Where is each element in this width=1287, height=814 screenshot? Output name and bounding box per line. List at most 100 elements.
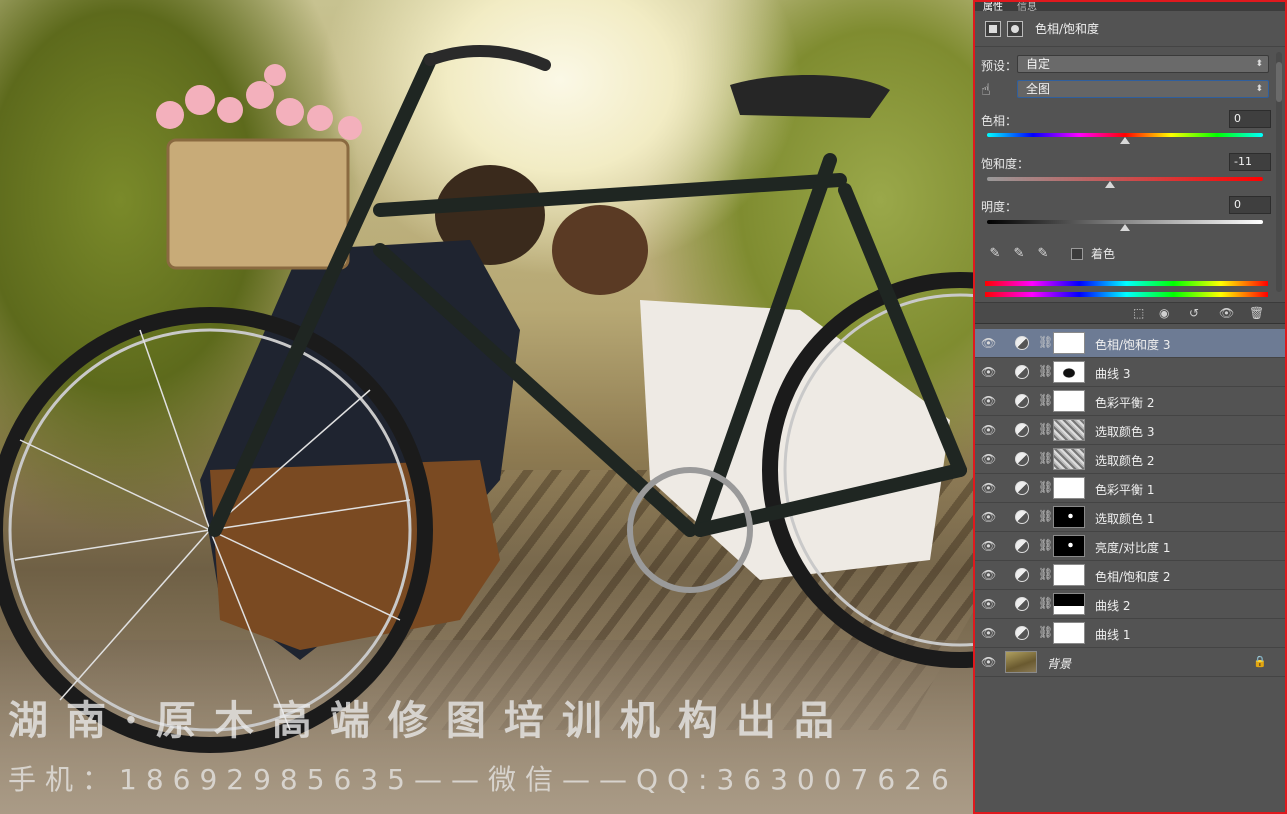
layer-name: 选取颜色 3 — [1095, 425, 1155, 439]
lightness-label: 明度： — [981, 200, 1018, 214]
visibility-eye-icon[interactable]: 👁 — [981, 655, 996, 669]
layer-row[interactable]: 👁 ⛓ 曲线 2 — [975, 590, 1285, 619]
layer-row[interactable]: 👁 ⛓ 曲线 1 — [975, 619, 1285, 648]
layer-mask-thumbnail[interactable] — [1053, 390, 1085, 412]
layer-name: 色彩平衡 2 — [1095, 396, 1155, 410]
basket — [166, 138, 350, 270]
link-icon[interactable]: ⛓ — [1038, 480, 1053, 494]
properties-scrollbar[interactable] — [1276, 52, 1282, 292]
properties-footer: ⬚ ◉ ↺ 👁 🗑 — [975, 302, 1285, 324]
layer-mask-thumbnail[interactable] — [1053, 448, 1085, 470]
adjustment-layer-icon[interactable] — [985, 20, 1001, 37]
hue-label: 色相： — [981, 114, 1018, 128]
adjustment-icon — [1015, 539, 1029, 553]
source-color-bar — [985, 281, 1268, 286]
eyedropper-icon[interactable]: ✎ — [987, 246, 1003, 262]
visibility-eye-icon[interactable]: 👁 — [981, 626, 996, 640]
layer-name: 亮度/对比度 1 — [1095, 541, 1171, 555]
clip-to-layer-icon[interactable]: ⬚ — [1133, 306, 1144, 320]
link-icon[interactable]: ⛓ — [1038, 451, 1053, 465]
layer-name: 曲线 3 — [1095, 367, 1131, 381]
eyedropper-plus-icon[interactable]: ✎ — [1011, 246, 1027, 262]
visibility-eye-icon[interactable]: 👁 — [981, 481, 996, 495]
tab-properties[interactable]: 属性 — [983, 2, 1003, 11]
layer-name: 色相/饱和度 3 — [1095, 338, 1171, 352]
visibility-eye-icon[interactable]: 👁 — [981, 365, 996, 379]
layer-name: 背景 — [1047, 657, 1072, 671]
preset-dropdown[interactable]: 自定 ⬍ — [1017, 55, 1269, 73]
layer-name: 选取颜色 1 — [1095, 512, 1155, 526]
tab-info[interactable]: 信息 — [1017, 2, 1037, 11]
targeted-adjustment-hand-icon[interactable]: ☝ — [981, 80, 991, 99]
hue-slider-thumb[interactable] — [1120, 137, 1130, 144]
document-canvas[interactable]: 湖南·原木高端修图培训机构出品 手机：18692985635——微信——QQ:3… — [0, 0, 973, 814]
link-icon[interactable]: ⛓ — [1038, 393, 1053, 407]
eyedropper-minus-icon[interactable]: ✎ — [1035, 246, 1051, 262]
adjustment-icon — [1015, 452, 1029, 466]
adjustment-icon — [1015, 481, 1029, 495]
visibility-eye-icon[interactable]: 👁 — [981, 394, 996, 408]
delete-icon[interactable]: 🗑 — [1249, 306, 1264, 320]
layer-row[interactable]: 👁 ⛓ 选取颜色 1 — [975, 503, 1285, 532]
range-dropdown[interactable]: 全图 ⬍ — [1017, 80, 1269, 98]
layer-row[interactable]: 👁 ⛓ 色相/饱和度 2 — [975, 561, 1285, 590]
adjustment-icon — [1015, 597, 1029, 611]
result-color-bar — [985, 292, 1268, 297]
colorize-checkbox[interactable] — [1071, 247, 1083, 260]
visibility-eye-icon[interactable]: 👁 — [981, 510, 996, 524]
layer-row[interactable]: 👁 ⛓ 色彩平衡 1 — [975, 474, 1285, 503]
layer-row[interactable]: 👁 ⛓ 色彩平衡 2 — [975, 387, 1285, 416]
visibility-eye-icon[interactable]: 👁 — [981, 336, 996, 350]
reset-icon[interactable]: ↺ — [1189, 306, 1199, 320]
link-icon[interactable]: ⛓ — [1038, 596, 1053, 610]
visibility-eye-icon[interactable]: 👁 — [981, 597, 996, 611]
saturation-slider-thumb[interactable] — [1104, 181, 1115, 188]
layer-mask-thumbnail[interactable] — [1053, 622, 1085, 644]
link-icon[interactable]: ⛓ — [1038, 422, 1053, 436]
layer-name: 曲线 2 — [1095, 599, 1131, 613]
adjustment-icon — [1015, 510, 1029, 524]
layer-mask-thumbnail[interactable] — [1053, 477, 1085, 499]
layer-row[interactable]: 👁 ⛓ 曲线 3 — [975, 358, 1285, 387]
link-icon[interactable]: ⛓ — [1038, 364, 1053, 378]
lightness-input[interactable]: 0 — [1229, 196, 1271, 214]
hue-input[interactable]: 0 — [1229, 110, 1271, 128]
watermark-title: 湖南·原木高端修图培训机构出品 — [8, 697, 852, 744]
adjustment-icon — [1015, 336, 1029, 350]
saturation-input[interactable]: -11 — [1229, 153, 1271, 171]
layer-row[interactable]: 👁 ⛓ 色相/饱和度 3 — [975, 329, 1285, 358]
dropdown-arrow-icon: ⬍ — [1255, 59, 1263, 69]
adjustment-icon — [1015, 423, 1029, 437]
visibility-eye-icon[interactable]: 👁 — [981, 423, 996, 437]
link-icon[interactable]: ⛓ — [1038, 567, 1053, 581]
layer-row[interactable]: 👁 ⛓ 选取颜色 3 — [975, 416, 1285, 445]
link-icon[interactable]: ⛓ — [1038, 335, 1053, 349]
dropdown-arrow-icon: ⬍ — [1255, 84, 1263, 94]
link-icon[interactable]: ⛓ — [1038, 538, 1053, 552]
layer-mask-thumbnail[interactable] — [1053, 535, 1085, 557]
visibility-eye-icon[interactable]: 👁 — [981, 539, 996, 553]
background-layer-row[interactable]: 👁 背景 🔒 — [975, 648, 1285, 677]
adjustment-icon — [1015, 394, 1029, 408]
visibility-eye-icon[interactable]: 👁 — [981, 568, 996, 582]
lock-icon: 🔒 — [1253, 655, 1267, 668]
layers-list: 👁 ⛓ 色相/饱和度 3 👁 ⛓ 曲线 3 👁 ⛓ 色彩平衡 2 👁 ⛓ 选取颜色 3 👁 ⛓ 选取颜色 2… — [975, 329, 1285, 677]
visibility-icon[interactable]: 👁 — [1219, 306, 1234, 320]
layer-mask-thumbnail[interactable] — [1053, 332, 1085, 354]
saturation-slider[interactable] — [987, 177, 1263, 181]
layer-mask-thumbnail[interactable] — [1053, 506, 1085, 528]
lightness-slider-thumb[interactable] — [1120, 224, 1130, 231]
visibility-eye-icon[interactable]: 👁 — [981, 452, 996, 466]
layer-row[interactable]: 👁 ⛓ 亮度/对比度 1 — [975, 532, 1285, 561]
layer-mask-thumbnail[interactable] — [1053, 564, 1085, 586]
layer-row[interactable]: 👁 ⛓ 选取颜色 2 — [975, 445, 1285, 474]
layer-mask-icon[interactable] — [1007, 20, 1023, 37]
layer-mask-thumbnail[interactable] — [1053, 593, 1085, 615]
layer-mask-thumbnail[interactable] — [1053, 361, 1085, 383]
layer-thumbnail[interactable] — [1005, 651, 1037, 673]
view-previous-state-icon[interactable]: ◉ — [1159, 306, 1169, 320]
link-icon[interactable]: ⛓ — [1038, 625, 1053, 639]
right-panel-dock: 属性 信息 色相/饱和度 预设： 自定 ⬍ ☝ 全图 ⬍ 色相： 0 饱和度： … — [973, 0, 1287, 814]
layer-mask-thumbnail[interactable] — [1053, 419, 1085, 441]
link-icon[interactable]: ⛓ — [1038, 509, 1053, 523]
